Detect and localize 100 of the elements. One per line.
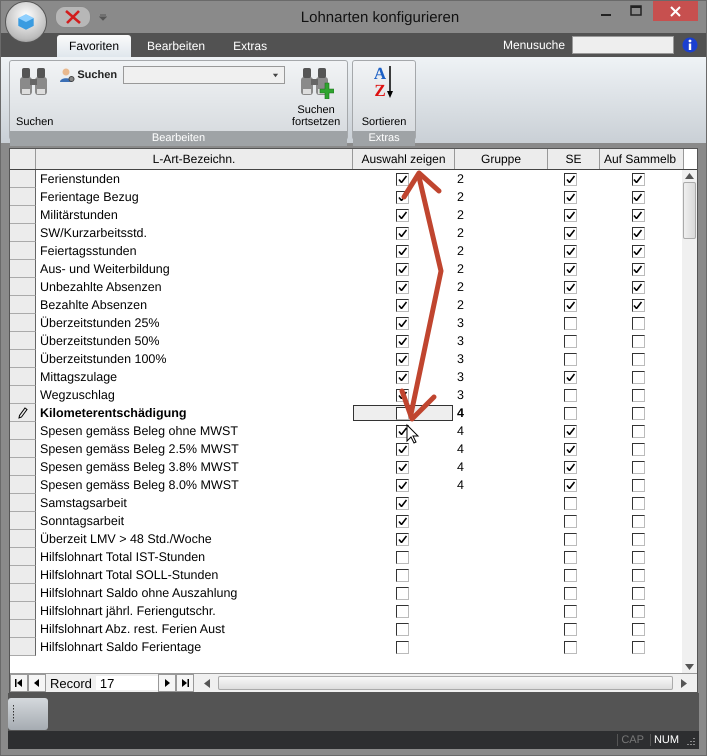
column-header[interactable]: L-Art-Bezeichn. <box>36 149 353 169</box>
next-record-button[interactable] <box>158 674 176 692</box>
ribbon-button[interactable]: Suchen fortsetzen <box>287 63 346 131</box>
search-field[interactable] <box>572 36 674 54</box>
ribbon-button[interactable]: Suchen <box>12 63 58 131</box>
checkbox[interactable] <box>564 190 577 204</box>
checkbox[interactable] <box>564 586 577 600</box>
checkbox[interactable] <box>564 424 577 438</box>
checkbox[interactable] <box>632 388 644 402</box>
checkbox[interactable] <box>564 370 577 384</box>
checkbox[interactable] <box>396 514 409 528</box>
info-icon[interactable] <box>682 37 698 53</box>
checkbox[interactable] <box>564 334 577 348</box>
checkbox[interactable] <box>564 244 577 258</box>
checkbox[interactable] <box>564 640 577 654</box>
scroll-up-icon[interactable] <box>685 173 694 179</box>
checkbox[interactable] <box>564 604 577 618</box>
checkbox[interactable] <box>632 298 644 312</box>
checkbox[interactable] <box>396 586 409 600</box>
scroll-right-icon[interactable] <box>681 678 687 688</box>
checkbox[interactable] <box>632 370 644 384</box>
column-header[interactable]: Gruppe <box>455 149 548 169</box>
checkbox[interactable] <box>396 316 409 330</box>
column-header[interactable]: Auf Sammelb <box>600 149 684 169</box>
checkbox[interactable] <box>396 370 409 384</box>
app-orb-icon[interactable] <box>5 1 47 43</box>
checkbox[interactable] <box>564 496 577 510</box>
checkbox[interactable] <box>396 334 409 348</box>
checkbox[interactable] <box>564 352 577 366</box>
checkbox[interactable] <box>632 190 644 204</box>
checkbox[interactable] <box>564 316 577 330</box>
checkbox[interactable] <box>632 442 644 456</box>
resize-grip-icon[interactable] <box>685 735 695 745</box>
checkbox[interactable] <box>396 460 409 474</box>
scroll-down-icon[interactable] <box>685 664 694 670</box>
checkbox[interactable] <box>396 532 409 546</box>
checkbox[interactable] <box>396 442 409 456</box>
checkbox[interactable] <box>632 514 644 528</box>
checkbox[interactable] <box>564 298 577 312</box>
checkbox[interactable] <box>564 280 577 294</box>
checkbox[interactable] <box>564 388 577 402</box>
checkbox[interactable] <box>564 478 577 492</box>
checkbox[interactable] <box>564 460 577 474</box>
checkbox[interactable] <box>396 172 409 186</box>
close-icon[interactable] <box>55 6 91 28</box>
checkbox[interactable] <box>564 514 577 528</box>
checkbox[interactable] <box>564 208 577 222</box>
checkbox[interactable] <box>632 208 644 222</box>
checkbox[interactable] <box>564 406 577 420</box>
checkbox[interactable] <box>564 262 577 276</box>
checkbox[interactable] <box>396 352 409 366</box>
ribbon-tab[interactable]: Extras <box>221 35 280 57</box>
checkbox[interactable] <box>396 622 409 636</box>
checkbox[interactable] <box>632 550 644 564</box>
checkbox[interactable] <box>396 640 409 654</box>
checkbox[interactable] <box>564 172 577 186</box>
checkbox[interactable] <box>632 460 644 474</box>
checkbox[interactable] <box>564 622 577 636</box>
last-record-button[interactable] <box>176 674 194 692</box>
checkbox[interactable] <box>396 550 409 564</box>
corner-cell[interactable] <box>10 149 36 169</box>
checkbox[interactable] <box>632 334 644 348</box>
checkbox[interactable] <box>632 496 644 510</box>
checkbox[interactable] <box>632 604 644 618</box>
checkbox[interactable] <box>396 226 409 240</box>
first-record-button[interactable] <box>10 674 28 692</box>
checkbox[interactable] <box>632 586 644 600</box>
checkbox[interactable] <box>396 298 409 312</box>
checkbox[interactable] <box>632 640 644 654</box>
checkbox[interactable] <box>632 478 644 492</box>
checkbox[interactable] <box>396 604 409 618</box>
checkbox[interactable] <box>632 244 644 258</box>
checkbox[interactable] <box>396 280 409 294</box>
checkbox[interactable] <box>564 532 577 546</box>
checkbox[interactable] <box>564 568 577 582</box>
checkbox[interactable] <box>632 226 644 240</box>
checkbox[interactable] <box>632 622 644 636</box>
checkbox[interactable] <box>564 442 577 456</box>
scroll-left-icon[interactable] <box>204 678 210 688</box>
checkbox[interactable] <box>564 226 577 240</box>
close-icon[interactable] <box>653 1 698 21</box>
checkbox[interactable] <box>632 424 644 438</box>
checkbox[interactable] <box>632 532 644 546</box>
ribbon-tab[interactable]: Favoriten <box>57 35 132 57</box>
checkbox[interactable] <box>396 478 409 492</box>
checkbox[interactable] <box>396 568 409 582</box>
checkbox[interactable] <box>632 280 644 294</box>
column-header[interactable]: Auswahl zeigen <box>353 149 455 169</box>
ribbon-tab[interactable]: Bearbeiten <box>135 35 218 57</box>
checkbox[interactable] <box>632 172 644 186</box>
vertical-scrollbar[interactable] <box>682 170 697 673</box>
checkbox[interactable] <box>396 244 409 258</box>
sort-button[interactable]: A Z Sortieren <box>355 63 414 131</box>
checkbox[interactable] <box>632 316 644 330</box>
checkbox[interactable] <box>564 550 577 564</box>
checkbox[interactable] <box>632 568 644 582</box>
checkbox[interactable] <box>396 262 409 276</box>
scroll-thumb[interactable] <box>218 676 673 690</box>
checkbox[interactable] <box>632 352 644 366</box>
column-header[interactable]: SE <box>548 149 600 169</box>
